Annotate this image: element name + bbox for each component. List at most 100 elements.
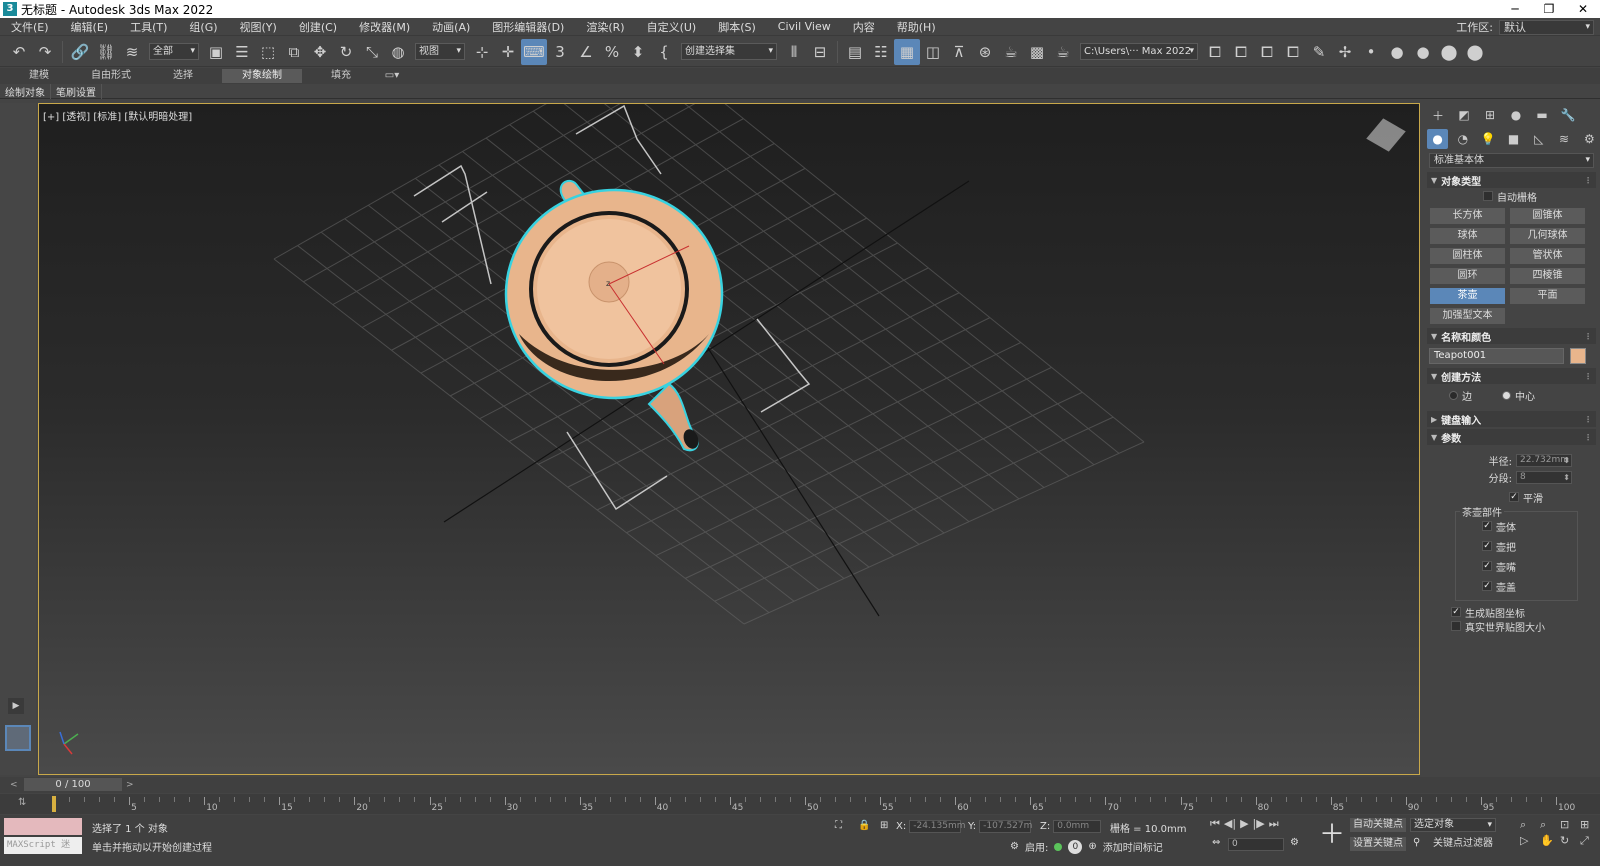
menu-customize[interactable]: 自定义(U) [636,19,708,35]
y-field[interactable]: -107.527m [979,820,1032,833]
select-object-icon[interactable]: ▣ [203,39,229,65]
lights-icon[interactable]: 💡 [1478,129,1499,149]
ribbon-subtab-paint-objects[interactable]: 绘制对象 [0,83,51,99]
edit-named-selection-icon[interactable]: { [651,39,677,65]
percent-snap-icon[interactable]: % [599,39,625,65]
menu-file[interactable]: 文件(E) [0,19,60,35]
pyramid-button[interactable]: 四棱锥 [1510,268,1585,284]
menu-help[interactable]: 帮助(H) [886,19,947,35]
menu-graph-editors[interactable]: 图形编辑器(D) [481,19,575,35]
menu-tools[interactable]: 工具(T) [119,19,178,35]
set-key-plus-icon[interactable]: ＋ [1318,821,1346,849]
text-plus-button[interactable]: 加强型文本 [1430,308,1505,324]
key-filters-button[interactable]: 关键点过滤器 [1430,837,1496,851]
select-scale-icon[interactable]: ⤡ [359,39,385,65]
pivot-center-icon[interactable]: ⊹ [469,39,495,65]
time-slider-handle[interactable]: 0 / 100 [24,778,122,791]
systems-icon[interactable]: ⚙ [1579,129,1600,149]
menu-scripting[interactable]: 脚本(S) [707,19,767,35]
viewport-layout-thumbnail[interactable] [5,725,31,751]
plane-button[interactable]: 平面 [1510,288,1585,304]
link-icon[interactable]: 🔗 [67,39,93,65]
close-button[interactable]: ✕ [1566,0,1600,18]
menu-modifiers[interactable]: 修改器(M) [348,19,421,35]
project-save-icon[interactable]: ⧠ [1228,39,1254,65]
maximize-viewport-icon[interactable]: ⤢ [1580,834,1598,848]
expand-arrow-icon[interactable]: ▶ [8,698,24,714]
center-radio[interactable]: 中心 [1502,388,1535,403]
create-tab-icon[interactable]: ＋ [1427,105,1449,125]
angle-snap-icon[interactable]: ∠ [573,39,599,65]
ribbon-options-icon[interactable]: ▭▾ [380,69,404,83]
key-filter-icon[interactable]: ⚲ [1413,837,1420,848]
enable-status-icon[interactable] [1054,842,1063,851]
part-body-checkbox[interactable]: ✓ [1482,521,1492,531]
geosphere-button[interactable]: 几何球体 [1510,228,1585,244]
menu-create[interactable]: 创建(C) [288,19,348,35]
project-open-icon[interactable]: ⧠ [1254,39,1280,65]
zoom-all-icon[interactable]: ⌕ [1540,818,1558,832]
track-bar[interactable]: ⇅ 5 10 15 20 25 30 35 40 45 50 55 60 65 70 75 80 85 90 95 1… [0,794,1600,814]
schematic-view-icon[interactable]: ⊼ [946,39,972,65]
rollout-object-type[interactable]: ▼ 对象类型 ⋮ [1427,172,1596,188]
ribbon-subtab-brush-settings[interactable]: 笔刷设置 [51,83,102,99]
time-cursor[interactable] [52,796,56,812]
dot-xlarge-icon[interactable]: ⬤ [1436,39,1462,65]
toggle-ribbon-icon[interactable]: ▦ [894,38,920,65]
undo-icon[interactable]: ↶ [6,39,32,65]
radius-spinner[interactable]: 22.732mm [1516,454,1572,467]
display-tab-icon[interactable]: ▬ [1531,105,1553,125]
grip-icon[interactable]: ✢ [1332,39,1358,65]
time-config-icon[interactable]: ⚙ [1290,837,1299,848]
motion-tab-icon[interactable]: ● [1505,105,1527,125]
geometry-icon[interactable]: ● [1427,129,1449,149]
bind-space-warp-icon[interactable]: ≋ [119,39,145,65]
time-slider[interactable]: < 0 / 100 > [0,777,1600,793]
ribbon-tab-freeform[interactable]: 自由形式 [78,69,144,83]
go-to-end-icon[interactable]: ⏭ [1269,817,1279,831]
menu-rendering[interactable]: 渲染(R) [575,19,635,35]
rendered-frame-window-icon[interactable]: ▩ [1024,39,1050,65]
part-handle-checkbox[interactable]: ✓ [1482,541,1492,551]
x-field[interactable]: -24.135mm [909,820,966,833]
cylinder-button[interactable]: 圆柱体 [1430,248,1505,264]
menu-group[interactable]: 组(G) [178,19,228,35]
reference-coordinate-dropdown[interactable]: 视图 [415,43,465,60]
spinner-snap-icon[interactable]: ⬍ [625,39,651,65]
select-move-icon[interactable]: ✥ [307,39,333,65]
minimize-button[interactable]: ─ [1498,0,1532,18]
set-key-button[interactable]: 设置关键点 [1350,837,1406,851]
adaptive-degradation-icon[interactable]: ⚙ [1010,841,1019,852]
layer-explorer-icon[interactable]: ☷ [868,39,894,65]
object-name-input[interactable]: Teapot001 [1429,348,1564,364]
selection-filter-dropdown[interactable]: 全部 [149,43,199,60]
real-world-checkbox[interactable] [1451,621,1461,631]
redo-icon[interactable]: ↷ [32,39,58,65]
window-crossing-icon[interactable]: ⧉ [281,39,307,65]
rectangular-region-icon[interactable]: ⬚ [255,39,281,65]
menu-content[interactable]: 内容 [842,19,886,35]
select-place-icon[interactable]: ◍ [385,39,411,65]
select-rotate-icon[interactable]: ↻ [333,39,359,65]
perspective-viewport[interactable]: [+] [透视] [标准] [默认明暗处理] z [38,103,1420,775]
menu-animation[interactable]: 动画(A) [421,19,481,35]
part-spout-checkbox[interactable]: ✓ [1482,561,1492,571]
torus-button[interactable]: 圆环 [1430,268,1505,284]
go-to-start-icon[interactable]: ⏮ [1210,817,1220,831]
sphere-button[interactable]: 球体 [1430,228,1505,244]
time-tag-icon[interactable]: ⊕ [1088,841,1096,852]
ribbon-tab-selection[interactable]: 选择 [150,69,216,83]
zoom-icon[interactable]: ⌕ [1520,818,1538,832]
viewport-label[interactable]: [+] [透视] [标准] [默认明暗处理] [43,108,192,123]
named-selection-dropdown[interactable]: 创建选择集 [681,43,777,60]
pan-view-icon[interactable]: ✋ [1540,834,1558,848]
next-frame-icon[interactable]: |▶ [1253,817,1265,831]
ribbon-tab-object-paint[interactable]: 对象绘制 [222,69,302,83]
rollout-parameters[interactable]: ▼ 参数 ⋮ [1427,429,1596,445]
selection-lock-icon[interactable]: 🔒 [858,820,870,831]
modify-tab-icon[interactable]: ◩ [1453,105,1475,125]
ribbon-tab-modeling[interactable]: 建模 [6,69,72,83]
render-setup-icon[interactable]: ☕ [998,39,1024,65]
curve-editor-icon[interactable]: ◫ [920,39,946,65]
previous-frame-icon[interactable]: ◀| [1224,817,1236,831]
